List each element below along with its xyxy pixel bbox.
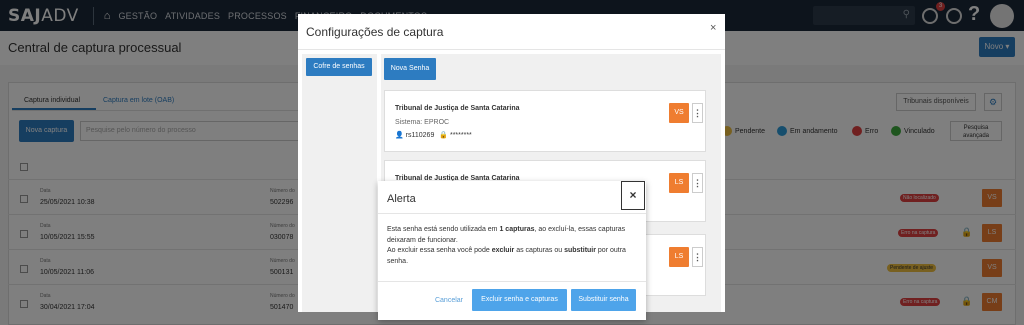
password-card: Tribunal de Justiça de Santa Catarina Si… xyxy=(384,90,706,152)
alert-message: Esta senha está sendo utilizada em 1 cap… xyxy=(387,226,626,265)
modal-divider xyxy=(378,213,646,214)
delete-password-and-captures-button[interactable]: Excluir senha e capturas xyxy=(472,289,567,311)
modal-divider xyxy=(378,281,646,282)
password-card-action-button[interactable]: VS xyxy=(669,103,689,123)
more-options-icon[interactable]: ⋮ xyxy=(692,247,703,267)
password-card-action-button[interactable]: LS xyxy=(669,173,689,193)
modal-divider xyxy=(298,49,725,50)
more-options-icon[interactable]: ⋮ xyxy=(692,173,703,193)
cancel-button[interactable]: Cancelar xyxy=(429,291,469,311)
user-icon: 👤 xyxy=(395,132,404,139)
password-card-tribunal: Tribunal de Justiça de Santa Catarina xyxy=(395,105,520,112)
nova-senha-button[interactable]: Nova Senha xyxy=(384,58,436,80)
more-options-icon[interactable]: ⋮ xyxy=(692,103,703,123)
alert-title: Alerta xyxy=(387,193,416,205)
cofre-senhas-button[interactable]: Cofre de senhas xyxy=(306,58,372,76)
close-icon[interactable]: × xyxy=(710,22,716,34)
alert-modal: Alerta × Esta senha está sendo utilizada… xyxy=(378,181,646,320)
config-sidebar xyxy=(302,54,377,312)
replace-password-button[interactable]: Substituir senha xyxy=(571,289,636,311)
lock-icon: 🔒 xyxy=(439,132,449,139)
password-card-sistema: Sistema: EPROC xyxy=(395,119,450,126)
password-card-user: 👤 rs110269 🔒 ******** xyxy=(395,132,472,139)
password-card-action-button[interactable]: LS xyxy=(669,247,689,267)
close-icon[interactable]: × xyxy=(621,181,645,210)
config-modal-title: Configurações de captura xyxy=(306,25,444,39)
